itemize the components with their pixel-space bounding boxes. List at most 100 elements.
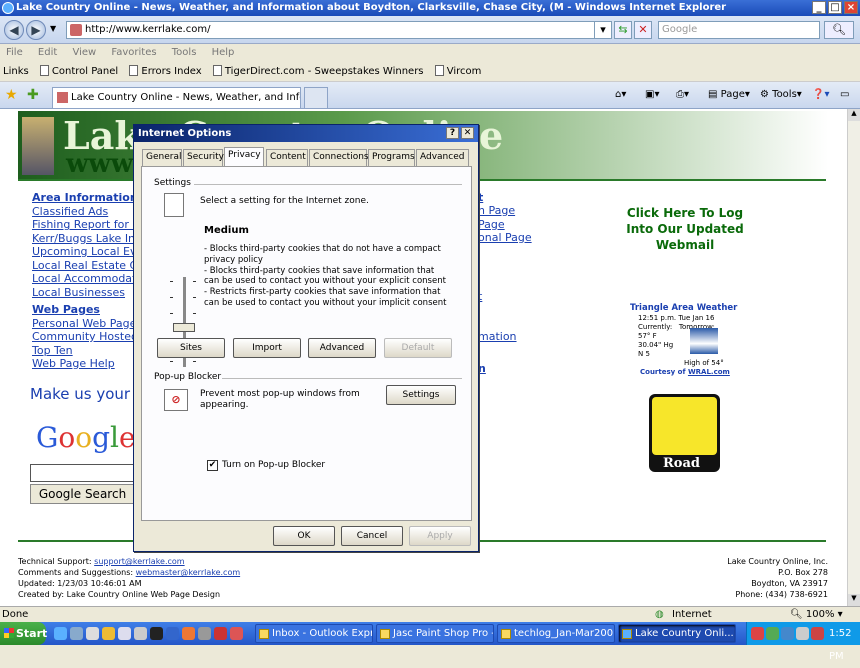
- menu-favorites[interactable]: Favorites: [111, 47, 156, 58]
- link-control-panel[interactable]: Control Panel: [39, 62, 118, 82]
- yellow-pages-road-icon[interactable]: Road: [649, 394, 720, 472]
- quicklaunch-icon[interactable]: [198, 627, 211, 640]
- tray-icon[interactable]: [751, 627, 764, 640]
- task-outlook[interactable]: Inbox - Outlook Expr...: [255, 624, 373, 643]
- menu-help[interactable]: Help: [212, 47, 235, 58]
- page-menu[interactable]: ▤ Page▾: [708, 88, 750, 102]
- history-dropdown-icon[interactable]: ▼: [50, 24, 56, 33]
- tab-advanced[interactable]: Advanced: [416, 149, 469, 166]
- tools-menu[interactable]: ⚙ Tools▾: [760, 88, 802, 102]
- quicklaunch-icon[interactable]: [214, 627, 227, 640]
- zoom-control[interactable]: 🔍︎ 100% ▾: [790, 607, 843, 622]
- search-button[interactable]: 🔍︎: [824, 21, 854, 39]
- quicklaunch-icon[interactable]: [166, 627, 179, 640]
- sites-button[interactable]: Sites: [157, 338, 225, 358]
- apply-button[interactable]: Apply: [409, 526, 471, 546]
- cancel-button[interactable]: Cancel: [341, 526, 403, 546]
- area-info-heading[interactable]: Area Information: [32, 191, 146, 205]
- ie-quicklaunch-icon[interactable]: [54, 627, 67, 640]
- dialog-close-button[interactable]: ✕: [461, 127, 474, 139]
- nav-link[interactable]: Local Businesses: [32, 286, 146, 300]
- tray-icon[interactable]: [811, 627, 824, 640]
- tab-lake-country[interactable]: Lake Country Online - News, Weather, and…: [52, 87, 301, 108]
- window-title-bar[interactable]: Lake Country Online - News, Weather, and…: [0, 0, 860, 16]
- nav-link[interactable]: Classified Ads: [32, 205, 146, 219]
- add-favorites-icon[interactable]: ✚: [27, 87, 39, 103]
- close-button[interactable]: ×: [844, 1, 858, 14]
- quicklaunch-icon[interactable]: [230, 627, 243, 640]
- tab-connections[interactable]: Connections: [309, 149, 369, 166]
- link-vircom[interactable]: Vircom: [434, 62, 481, 82]
- menu-edit[interactable]: Edit: [38, 47, 57, 58]
- start-button[interactable]: Start: [0, 622, 47, 645]
- feeds-icon[interactable]: ▣▾: [645, 88, 659, 102]
- quicklaunch-icon[interactable]: [134, 627, 147, 640]
- ok-button[interactable]: OK: [273, 526, 335, 546]
- home-icon[interactable]: ⌂▾: [615, 88, 626, 102]
- dialog-help-button[interactable]: ?: [446, 127, 459, 139]
- nav-link[interactable]: Kerr/Buggs Lake Info: [32, 232, 146, 246]
- firefox-icon[interactable]: [182, 627, 195, 640]
- task-techlog[interactable]: techlog_Jan-Mar200...: [497, 624, 615, 643]
- support-email-link[interactable]: support@kerrlake.com: [94, 557, 184, 566]
- link-tigerdirect[interactable]: TigerDirect.com - Sweepstakes Winners: [212, 62, 424, 82]
- right-link[interactable]: Page: [478, 218, 505, 232]
- weather-widget[interactable]: Triangle Area Weather 12:51 p.m. Tue Jan…: [630, 304, 740, 377]
- tray-icon[interactable]: [796, 627, 809, 640]
- webmail-link[interactable]: Click Here To Log Into Our Updated Webma…: [625, 205, 745, 253]
- tab-security[interactable]: Security: [183, 149, 224, 166]
- tray-icon[interactable]: [781, 627, 794, 640]
- nav-link[interactable]: Fishing Report for Ke: [32, 218, 146, 232]
- quicklaunch-icon[interactable]: [150, 627, 163, 640]
- menu-tools[interactable]: Tools: [172, 47, 197, 58]
- right-link[interactable]: n Page: [478, 204, 515, 218]
- dialog-title-bar[interactable]: Internet Options ? ✕: [134, 125, 478, 142]
- tab-programs[interactable]: Programs: [368, 149, 415, 166]
- quicklaunch-icon[interactable]: [70, 627, 83, 640]
- favorites-star-icon[interactable]: ★: [5, 87, 18, 103]
- slider-thumb[interactable]: [173, 323, 195, 332]
- tab-content[interactable]: Content: [266, 149, 308, 166]
- tray-icon[interactable]: [766, 627, 779, 640]
- print-icon[interactable]: ⎙▾: [676, 88, 689, 102]
- scroll-down-icon[interactable]: ▼: [848, 594, 860, 606]
- scroll-up-icon[interactable]: ▲: [848, 109, 860, 121]
- popup-checkbox[interactable]: ✔: [207, 460, 218, 471]
- right-link[interactable]: onal Page: [478, 231, 532, 245]
- link-errors-index[interactable]: Errors Index: [129, 62, 202, 82]
- tab-privacy[interactable]: Privacy: [224, 147, 264, 166]
- refresh-icon[interactable]: ⇆: [614, 21, 632, 39]
- advanced-button[interactable]: Advanced: [308, 338, 376, 358]
- maximize-button[interactable]: □: [828, 1, 842, 14]
- address-field[interactable]: http://www.kerrlake.com/: [66, 21, 608, 39]
- menu-file[interactable]: File: [6, 47, 23, 58]
- quicklaunch-icon[interactable]: [102, 627, 115, 640]
- help-icon[interactable]: ❓▾: [812, 88, 829, 102]
- google-search-button[interactable]: Google Search: [30, 484, 135, 504]
- stop-icon[interactable]: ✕: [634, 21, 652, 39]
- import-button[interactable]: Import: [233, 338, 301, 358]
- minimize-button[interactable]: _: [812, 1, 826, 14]
- address-dropdown-icon[interactable]: ▾: [594, 21, 612, 39]
- nav-link[interactable]: Upcoming Local Eve: [32, 245, 146, 259]
- forward-button[interactable]: ▶: [26, 20, 46, 40]
- clock[interactable]: 1:52 PM: [829, 622, 860, 668]
- make-us-homepage-link[interactable]: Make us your h: [30, 385, 144, 403]
- research-icon[interactable]: ▭: [840, 88, 849, 102]
- google-search-input[interactable]: [30, 464, 135, 482]
- task-lake-country[interactable]: Lake Country Onli...: [618, 624, 736, 643]
- tab-general[interactable]: General: [142, 149, 182, 166]
- quicklaunch-icon[interactable]: [118, 627, 131, 640]
- vertical-scrollbar[interactable]: ▲ ▼: [847, 109, 860, 606]
- new-tab-button[interactable]: [304, 87, 328, 108]
- popup-settings-button[interactable]: Settings: [386, 385, 456, 405]
- webmaster-email-link[interactable]: webmaster@kerrlake.com: [136, 568, 240, 577]
- default-button[interactable]: Default: [384, 338, 452, 358]
- nav-link[interactable]: Local Accommodatio: [32, 272, 146, 286]
- task-paintshop[interactable]: Jasc Paint Shop Pro -...: [376, 624, 494, 643]
- quicklaunch-icon[interactable]: [86, 627, 99, 640]
- search-input[interactable]: Google: [658, 21, 820, 39]
- back-button[interactable]: ◀: [4, 20, 24, 40]
- wral-link[interactable]: WRAL.com: [688, 368, 730, 376]
- right-link[interactable]: mation: [478, 330, 517, 344]
